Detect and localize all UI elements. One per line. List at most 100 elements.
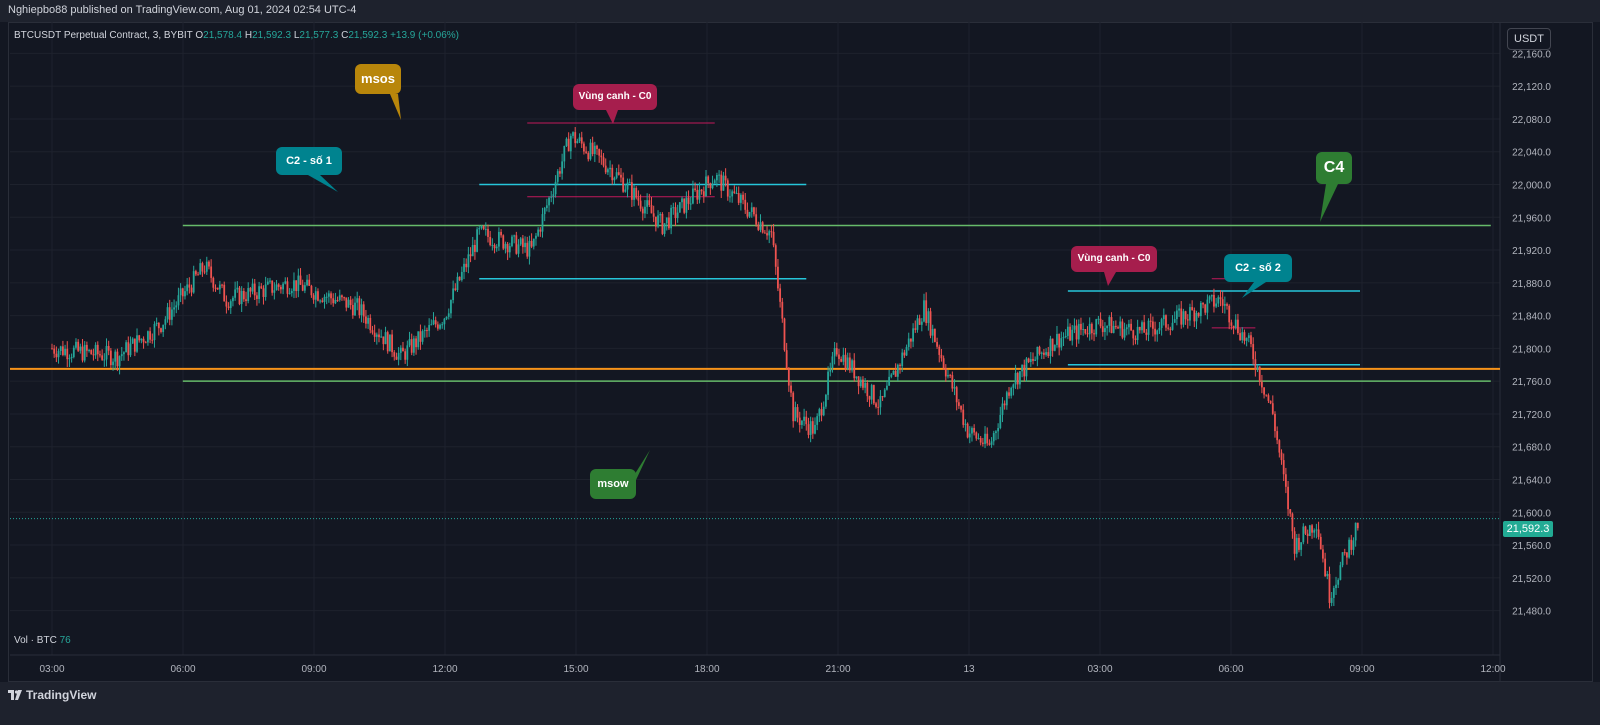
candle-body [1208, 296, 1211, 300]
candle-body [1356, 522, 1359, 529]
callout-msos[interactable]: msos [355, 64, 401, 94]
callout-msow[interactable]: msow [590, 469, 636, 499]
candle-body [1149, 320, 1152, 322]
candle-body [332, 298, 335, 304]
candle-body [1010, 387, 1013, 396]
candle-body [1274, 413, 1276, 432]
candle-body [253, 283, 256, 296]
candle-body [866, 382, 869, 397]
candle-body [940, 354, 943, 359]
candle-body [936, 341, 938, 347]
candle-body [726, 180, 729, 197]
candle-body [301, 284, 304, 291]
price-chart[interactable]: 22,160.0 22,120.0 22,080.0 22,040.0 22,000.0… [0, 0, 1600, 725]
candle-body [519, 238, 522, 245]
candle-body [192, 271, 195, 293]
candle-body [986, 433, 989, 444]
candle-body [369, 317, 372, 331]
candle-body [1322, 549, 1324, 559]
candle-body [733, 191, 736, 193]
candle-body [260, 286, 263, 289]
candle-body [1080, 323, 1082, 330]
candle-body [583, 143, 585, 152]
candle-body [123, 352, 125, 355]
callout-c2-so-2[interactable]: C2 - số 2 [1224, 254, 1292, 282]
candle-body [480, 226, 483, 229]
candle-body [391, 334, 393, 353]
candle-body [777, 266, 779, 289]
candle-body [1005, 392, 1008, 406]
candle-body [857, 376, 860, 387]
candle-body [711, 183, 714, 189]
candle-body [454, 288, 457, 290]
candle-body [755, 214, 758, 225]
callout-vung-canh-1[interactable]: Vùng canh - C0 [573, 84, 657, 110]
candle-body [1206, 299, 1209, 313]
candle-body [1053, 345, 1056, 351]
candle-body [493, 244, 496, 249]
candle-body [1180, 308, 1183, 325]
candle-body [452, 288, 455, 301]
candle-body [168, 307, 171, 320]
candle-body [665, 217, 668, 224]
candle-body [504, 243, 507, 249]
x-tick-label: 15:00 [563, 664, 588, 675]
candle-body [1343, 552, 1346, 554]
candle-body [611, 167, 614, 181]
y-tick-label: 21,560.0 [1512, 541, 1551, 552]
candle-body [1043, 352, 1045, 355]
candle-body [1008, 392, 1010, 396]
candle-body [875, 403, 877, 407]
candle-body [896, 364, 899, 377]
candle-body [1171, 322, 1174, 330]
candle-body [535, 235, 537, 239]
candle-body [879, 396, 882, 408]
candle-body [360, 304, 363, 316]
candle-body [1060, 338, 1063, 348]
candle-body [476, 229, 478, 252]
candle-body [188, 284, 191, 288]
candle-body [380, 336, 383, 338]
candle-body [842, 354, 845, 362]
candle-body [971, 428, 973, 434]
candle-body [450, 300, 452, 314]
candle-body [338, 295, 341, 301]
candle-body [175, 305, 178, 308]
tradingview-brand[interactable]: TradingView [8, 688, 96, 702]
candle-body [77, 341, 80, 351]
candle-body [918, 318, 921, 325]
candle-body [648, 200, 651, 206]
candle-body [72, 347, 75, 357]
y-tick-label: 22,080.0 [1512, 115, 1551, 126]
candle-body [840, 358, 843, 362]
candle-body [365, 316, 367, 324]
callout-vung-canh-2[interactable]: Vùng canh - C0 [1071, 246, 1157, 272]
x-tick-label: 09:00 [301, 664, 326, 675]
candle-body [550, 196, 553, 198]
candle-body [1282, 460, 1285, 475]
candle-body [901, 352, 904, 367]
candle-body [471, 244, 474, 257]
candle-body [1317, 529, 1320, 537]
callout-msos-text: msos [361, 71, 395, 86]
candle-body [199, 263, 202, 275]
candle-body [539, 229, 542, 232]
candle-body [825, 394, 827, 407]
callout-c4[interactable]: C4 [1316, 152, 1352, 184]
candle-body [515, 235, 518, 254]
candle-body [1287, 486, 1289, 510]
candle-body [133, 338, 136, 352]
callout-c2-so-1[interactable]: C2 - số 1 [276, 147, 342, 175]
candle-body [487, 228, 489, 237]
x-tick-label: 13 [963, 664, 975, 675]
candle-body [532, 238, 535, 247]
candle-body [1328, 573, 1331, 603]
candle-body [766, 233, 768, 236]
candle-body [587, 152, 590, 160]
candle-body [262, 288, 265, 297]
currency-button[interactable]: USDT [1507, 28, 1551, 50]
candle-body [1250, 335, 1252, 345]
candle-body [1156, 330, 1159, 335]
callout-c4-text: C4 [1323, 159, 1345, 176]
candle-body [343, 297, 346, 299]
